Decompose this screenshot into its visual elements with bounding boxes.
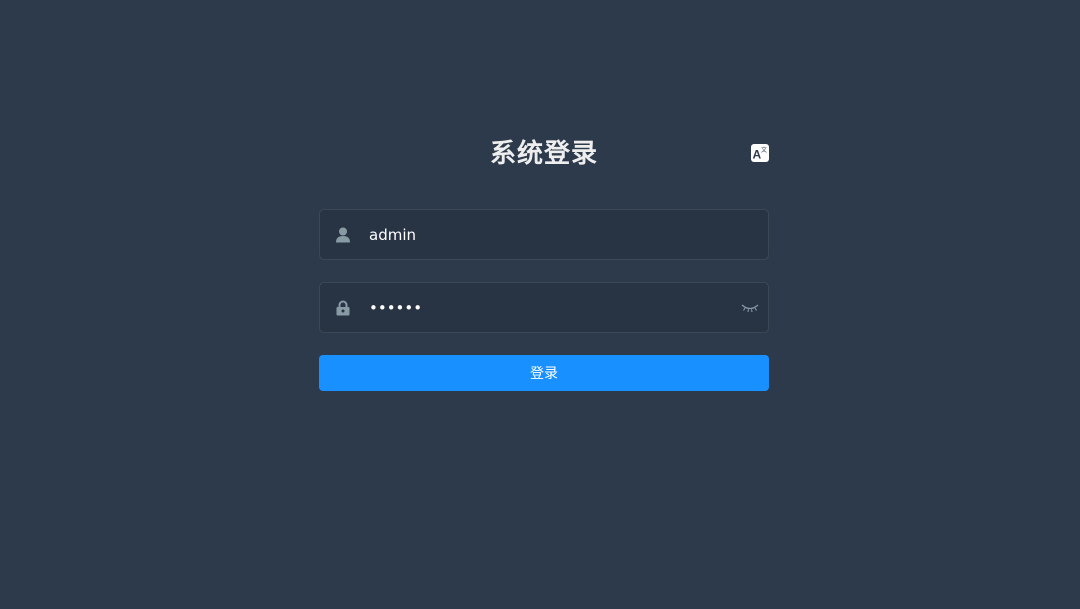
login-form: 系统登录 A 文 admin •••••• 登录 <box>319 130 769 391</box>
lock-icon <box>320 300 366 316</box>
username-input[interactable] <box>366 211 768 258</box>
eye-closed-icon <box>741 304 759 312</box>
login-button[interactable]: 登录 <box>319 355 769 391</box>
username-field <box>319 209 769 260</box>
user-icon <box>320 227 366 243</box>
login-page: 系统登录 A 文 admin •••••• 登录 <box>0 0 1080 609</box>
password-input[interactable] <box>366 284 732 331</box>
password-field <box>319 282 769 333</box>
svg-text:文: 文 <box>761 146 767 154</box>
title-row: 系统登录 A 文 <box>319 130 769 178</box>
page-title: 系统登录 <box>489 139 598 169</box>
show-password-toggle[interactable] <box>732 303 768 313</box>
translate-icon: A 文 <box>753 146 768 162</box>
language-switch-button[interactable]: A 文 <box>751 144 769 162</box>
